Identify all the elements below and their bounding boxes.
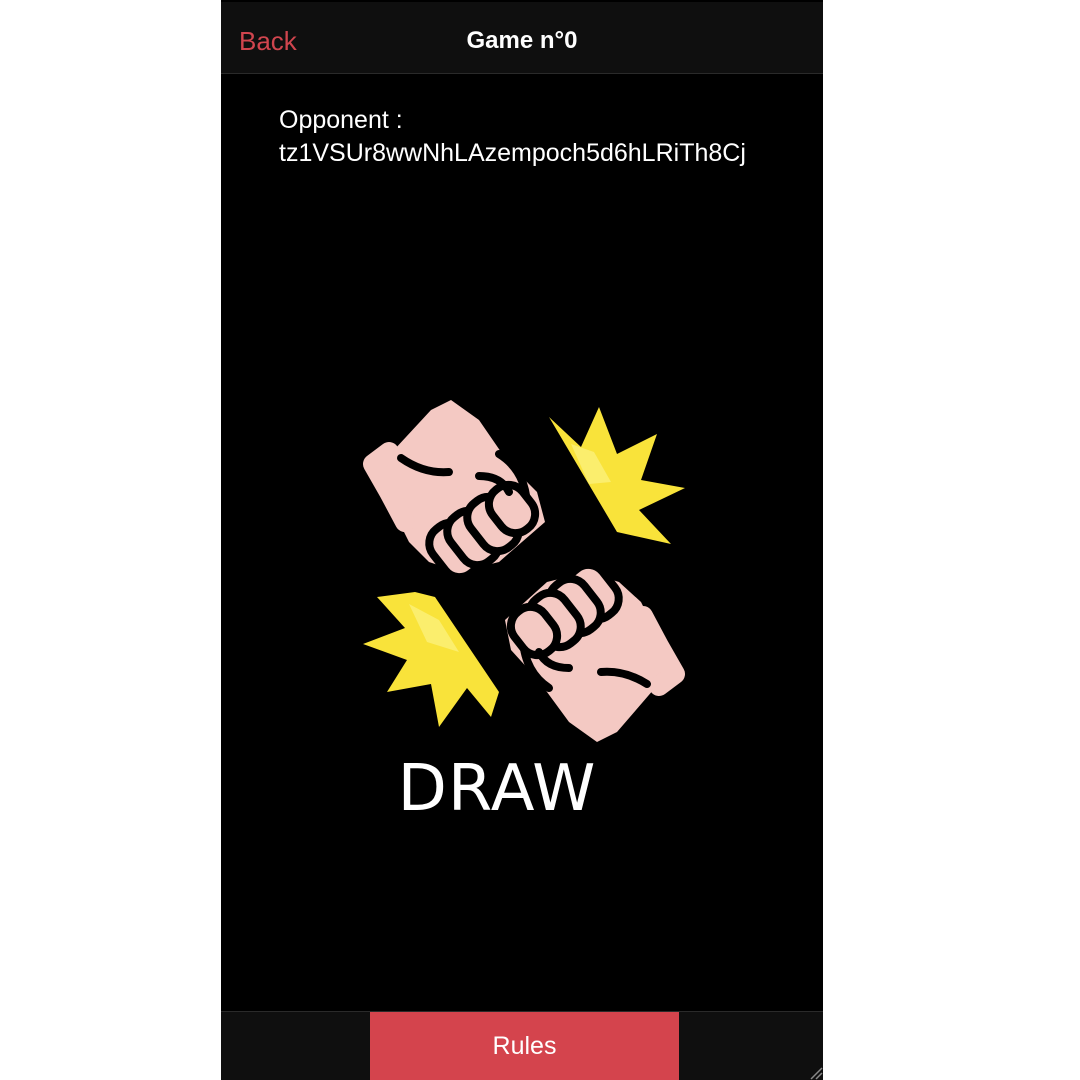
left-fist [363, 400, 545, 582]
top-bar: Back Game n°0 [221, 2, 823, 74]
rules-button[interactable]: Rules [370, 1012, 679, 1080]
opponent-info: Opponent : tz1VSUr8wwNhLAzempoch5d6hLRiT… [279, 104, 785, 170]
resize-grip-icon[interactable] [809, 1066, 823, 1080]
bottom-bar: Rules [221, 1011, 823, 1080]
game-screen: Back Game n°0 Opponent : tz1VSUr8wwNhLAz… [221, 0, 823, 1080]
opponent-label: Opponent : [279, 106, 403, 134]
result-label: DRAW [397, 752, 597, 826]
opponent-address: tz1VSUr8wwNhLAzempoch5d6hLRiTh8Cj [279, 139, 746, 167]
right-fist [505, 560, 685, 742]
page-title: Game n°0 [466, 27, 578, 54]
spark-top-right [549, 407, 685, 544]
fist-bump-icon [363, 400, 685, 742]
spark-bottom-left [363, 592, 499, 727]
